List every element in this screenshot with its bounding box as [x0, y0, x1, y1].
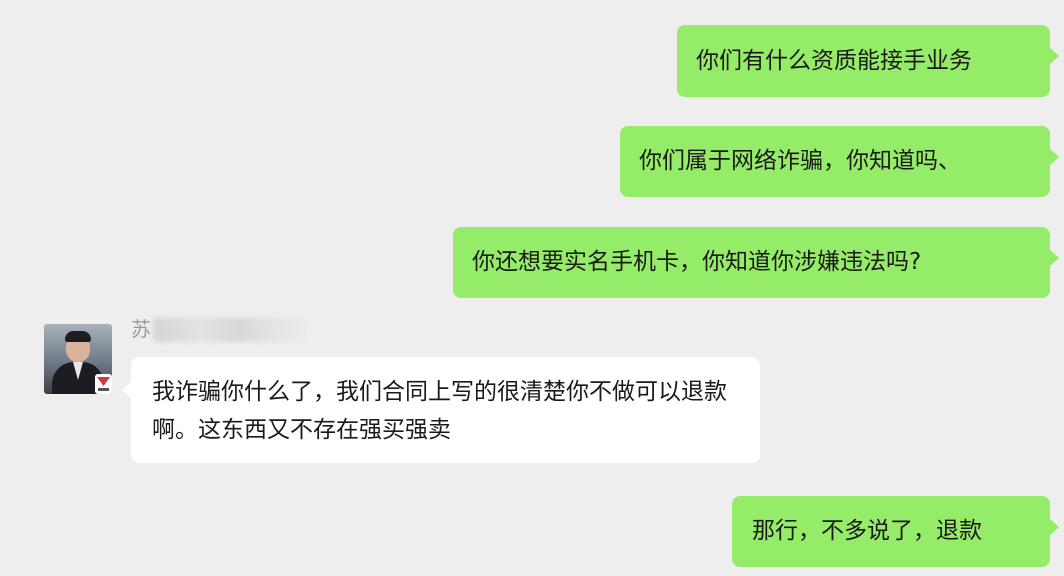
outgoing-message[interactable]: 那行，不多说了，退款: [732, 496, 1059, 567]
badge-mark: [97, 377, 110, 386]
message-text: 你们有什么资质能接手业务: [696, 48, 972, 74]
avatar-hair: [65, 331, 91, 342]
badge-bar: [98, 388, 109, 391]
brand-badge-icon: [95, 374, 112, 394]
message-text: 你们属于网络诈骗，你知道吗、: [639, 148, 961, 174]
outgoing-message[interactable]: 你们属于网络诈骗，你知道吗、: [620, 126, 1059, 197]
sender-name-text: 苏: [131, 317, 151, 341]
message-text: 我诈骗你什么了，我们合同上写的很清楚你不做可以退款啊。这东西又不存在强买强卖: [152, 379, 727, 443]
outgoing-message[interactable]: 你们有什么资质能接手业务: [677, 25, 1059, 97]
message-text: 你还想要实名手机卡，你知道你涉嫌违法吗?: [472, 249, 922, 275]
incoming-message[interactable]: 我诈骗你什么了，我们合同上写的很清楚你不做可以退款啊。这东西又不存在强买强卖: [122, 357, 760, 463]
sender-name: 苏: [131, 316, 311, 345]
message-text: 那行，不多说了，退款: [752, 518, 982, 544]
sender-name-redaction: [153, 318, 311, 342]
outgoing-message[interactable]: 你还想要实名手机卡，你知道你涉嫌违法吗?: [453, 227, 1059, 298]
